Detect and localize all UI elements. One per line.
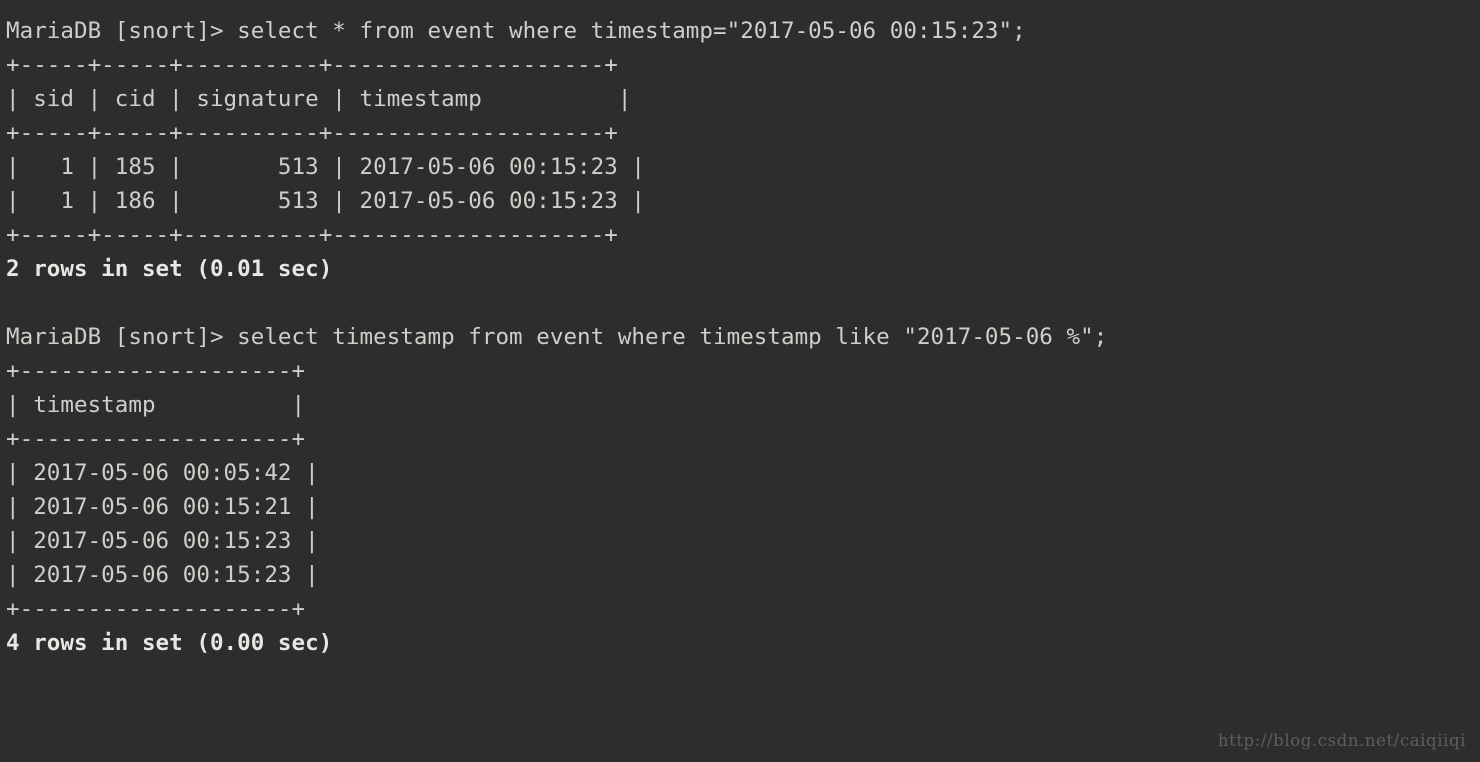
table-row-2-2: | 2017-05-06 00:15:21 | (6, 494, 319, 520)
table-row-1-1: | 1 | 185 | 513 | 2017-05-06 00:15:23 | (6, 154, 646, 180)
table-row-2-4: | 2017-05-06 00:15:23 | (6, 562, 319, 588)
table-rule-mid-2: +--------------------+ (6, 426, 306, 452)
table-row-1-2: | 1 | 186 | 513 | 2017-05-06 00:15:23 | (6, 188, 646, 214)
table-rule-bottom-1: +-----+-----+----------+----------------… (6, 222, 618, 248)
watermark-url: http://blog.csdn.net/caiqiiqi (1217, 731, 1466, 750)
status-line-2: 4 rows in set (0.00 sec) (6, 630, 333, 656)
terminal-window[interactable]: MariaDB [snort]> select * from event whe… (0, 0, 1480, 762)
table-header-2: | timestamp | (6, 392, 306, 418)
query-line-2: MariaDB [snort]> select timestamp from e… (6, 324, 1108, 350)
query-line-1: MariaDB [snort]> select * from event whe… (6, 18, 1026, 44)
table-row-2-3: | 2017-05-06 00:15:23 | (6, 528, 319, 554)
table-header-1: | sid | cid | signature | timestamp | (6, 86, 632, 112)
table-rule-top-1: +-----+-----+----------+----------------… (6, 52, 618, 78)
table-rule-top-2: +--------------------+ (6, 358, 306, 384)
table-rule-bottom-2: +--------------------+ (6, 596, 306, 622)
terminal-output[interactable]: MariaDB [snort]> select * from event whe… (6, 14, 1480, 660)
table-rule-mid-1: +-----+-----+----------+----------------… (6, 120, 618, 146)
table-row-2-1: | 2017-05-06 00:05:42 | (6, 460, 319, 486)
status-line-1: 2 rows in set (0.01 sec) (6, 256, 333, 282)
